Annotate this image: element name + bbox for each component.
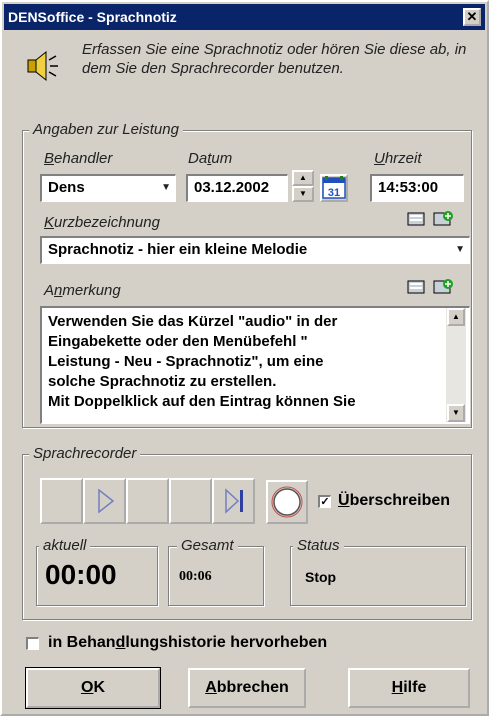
uhrzeit-field[interactable]: 14:53:00: [370, 174, 464, 202]
datum-spinner[interactable]: ▲ ▼: [292, 170, 314, 202]
calendar-day: 31: [328, 187, 340, 199]
gesamt-value: 00:06: [179, 569, 212, 584]
pause-button[interactable]: [169, 478, 212, 524]
spin-up-icon[interactable]: ▲: [292, 170, 314, 186]
memo-line: Leistung - Neu - Sprachnotiz", um eine: [48, 353, 324, 370]
uhrzeit-value: 14:53:00: [378, 179, 439, 196]
close-button[interactable]: ✕: [463, 8, 481, 26]
record-button[interactable]: [266, 480, 308, 524]
intro-text: Erfassen Sie eine Sprachnotiz oder hören…: [82, 41, 467, 77]
calendar-button[interactable]: 31: [320, 174, 348, 202]
abbrechen-button[interactable]: Abbrechen: [188, 668, 306, 708]
kurz-label: Kurzbezeichnung: [44, 214, 160, 231]
skip-end-button[interactable]: [212, 478, 255, 524]
play-icon: [98, 488, 115, 514]
aktuell-label: aktuell: [39, 537, 91, 554]
datum-label: Datum: [188, 150, 233, 167]
datum-field[interactable]: 03.12.2002: [186, 174, 288, 202]
list-add-icon[interactable]: [432, 210, 454, 230]
spin-down-icon[interactable]: ▼: [292, 186, 314, 202]
list-edit-icon[interactable]: [406, 210, 428, 230]
uhrzeit-label: Uhrzeit: [374, 150, 422, 167]
title-bar: DENSoffice - Sprachnotiz ✕: [4, 4, 485, 30]
kurz-select[interactable]: Sprachnotiz - hier ein kleine Melodie ▼: [40, 236, 470, 264]
play-button[interactable]: [83, 478, 126, 524]
historie-label[interactable]: in Behandlungshistorie hervorheben: [48, 634, 327, 652]
list-add-icon[interactable]: [432, 278, 454, 298]
scroll-up-icon[interactable]: ▲: [447, 308, 465, 326]
memo-line: solche Sprachnotiz zu erstellen.: [48, 373, 277, 390]
memo-scrollbar[interactable]: ▲ ▼: [446, 308, 466, 422]
gesamt-box: Gesamt 00:06: [168, 537, 264, 606]
window-title: DENSoffice - Sprachnotiz: [8, 9, 177, 25]
aktuell-value: 00:00: [45, 559, 117, 590]
gesamt-label: Gesamt: [177, 537, 238, 554]
behandler-value: Dens: [48, 179, 85, 196]
anmerkung-label: Anmerkung: [44, 282, 121, 299]
record-icon: [271, 486, 303, 518]
scroll-down-icon[interactable]: ▼: [447, 404, 465, 422]
chevron-down-icon: ▼: [455, 244, 465, 255]
memo-line: Eingabekette oder den Menübefehl ": [48, 333, 308, 350]
close-icon: ✕: [466, 9, 478, 24]
aktuell-box: aktuell 00:00: [36, 537, 158, 606]
list-edit-icon[interactable]: [406, 278, 428, 298]
overwrite-checkbox[interactable]: ✓: [318, 495, 331, 508]
status-value: Stop: [305, 569, 337, 585]
behandler-select[interactable]: Dens ▼: [40, 174, 176, 202]
behandler-label: Behandler: [44, 150, 113, 167]
chevron-down-icon: ▼: [161, 182, 171, 193]
overwrite-label[interactable]: Überschreiben: [338, 492, 450, 510]
transport-bar: [40, 478, 256, 524]
hilfe-button[interactable]: Hilfe: [348, 668, 470, 708]
recorder-group-title: Sprachrecorder: [29, 445, 141, 462]
check-icon: ✓: [320, 496, 330, 508]
datum-value: 03.12.2002: [194, 179, 270, 196]
memo-line: Mit Doppelklick auf den Eintrag können S…: [48, 393, 356, 410]
anmerkung-textarea[interactable]: Verwenden Sie das Kürzel "audio" in der …: [40, 306, 470, 424]
status-label: Status: [293, 537, 344, 554]
stop-button[interactable]: [126, 478, 169, 524]
memo-line: Verwenden Sie das Kürzel "audio" in der: [48, 313, 338, 330]
skip-end-icon: [225, 488, 243, 514]
status-box: Status Stop: [290, 537, 466, 606]
rewind-button[interactable]: [40, 478, 83, 524]
kurz-value: Sprachnotiz - hier ein kleine Melodie: [48, 241, 308, 258]
speaker-icon: [27, 50, 58, 82]
historie-checkbox[interactable]: [26, 637, 39, 650]
ok-button[interactable]: OK: [25, 667, 161, 709]
dialog-window: DENSoffice - Sprachnotiz ✕ Erfassen Sie …: [0, 0, 489, 716]
calendar-icon: 31: [322, 176, 346, 199]
leistung-group-title: Angaben zur Leistung: [29, 121, 183, 138]
